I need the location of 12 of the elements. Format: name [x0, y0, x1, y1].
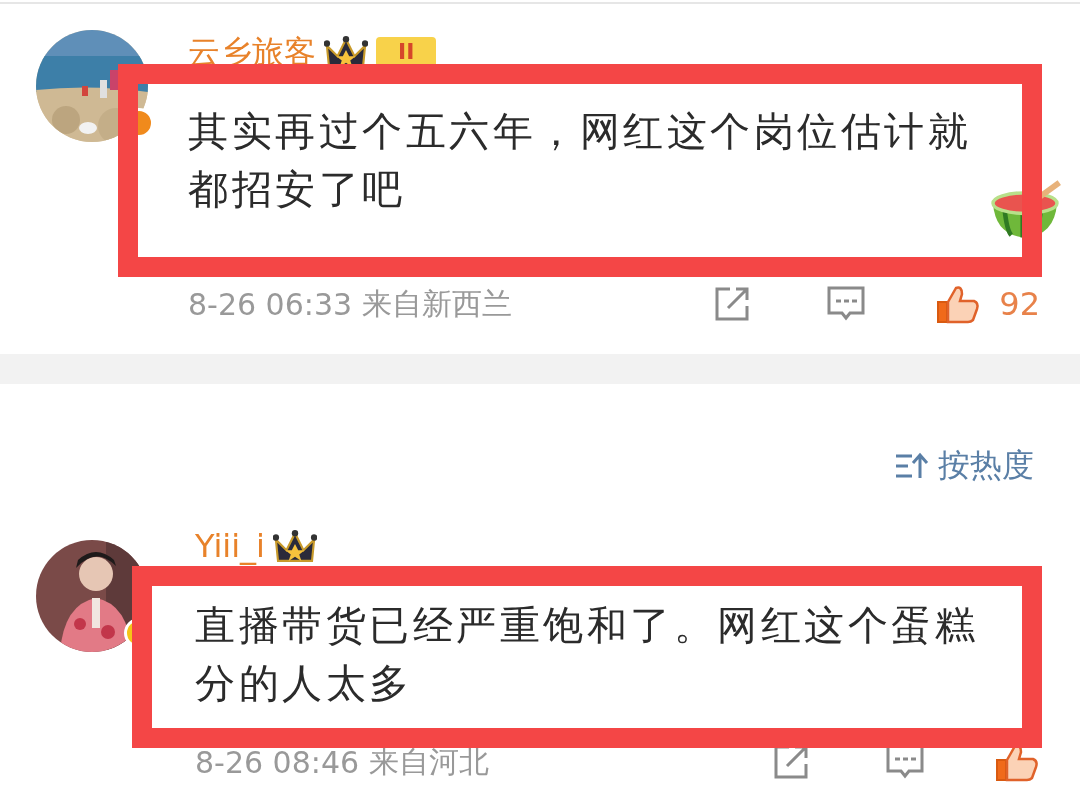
sort-button[interactable]: 按热度: [894, 444, 1034, 488]
comment-time: 8-26 06:33: [188, 286, 354, 322]
comment-location: 来自河北: [368, 742, 489, 781]
comment-location: 来自新西兰: [361, 284, 512, 323]
comment-time: 8-26 08:46: [195, 744, 361, 780]
comment-text: 其实再过个五六年，网红这个岗位估计就都招安了吧: [188, 107, 972, 214]
level-tag: II: [376, 37, 437, 67]
like-count: 92: [999, 285, 1040, 323]
comment-text: 直播带货已经严重饱和了。网红这个蛋糕分的人太多: [195, 601, 979, 708]
crown-icon: [272, 529, 317, 563]
username[interactable]: Yiii_i: [195, 526, 265, 566]
thumbs-up-icon[interactable]: [935, 284, 982, 324]
